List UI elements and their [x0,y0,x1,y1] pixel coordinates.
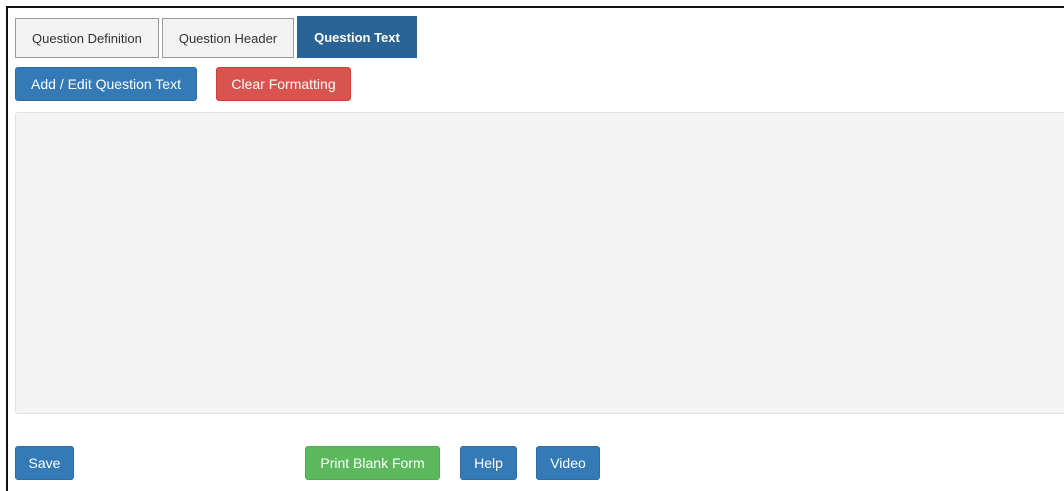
tab-question-text[interactable]: Question Text [297,16,417,58]
save-button[interactable]: Save [15,446,74,480]
print-blank-form-button[interactable]: Print Blank Form [305,446,440,480]
help-button[interactable]: Help [460,446,517,480]
add-edit-question-text-button[interactable]: Add / Edit Question Text [15,67,197,101]
clear-formatting-button[interactable]: Clear Formatting [216,67,351,101]
tab-question-header[interactable]: Question Header [161,18,295,58]
video-button[interactable]: Video [536,446,600,480]
tab-bar: Question Definition Question Header Ques… [15,16,420,58]
question-text-editor[interactable] [15,112,1064,414]
tab-question-definition[interactable]: Question Definition [15,18,159,58]
